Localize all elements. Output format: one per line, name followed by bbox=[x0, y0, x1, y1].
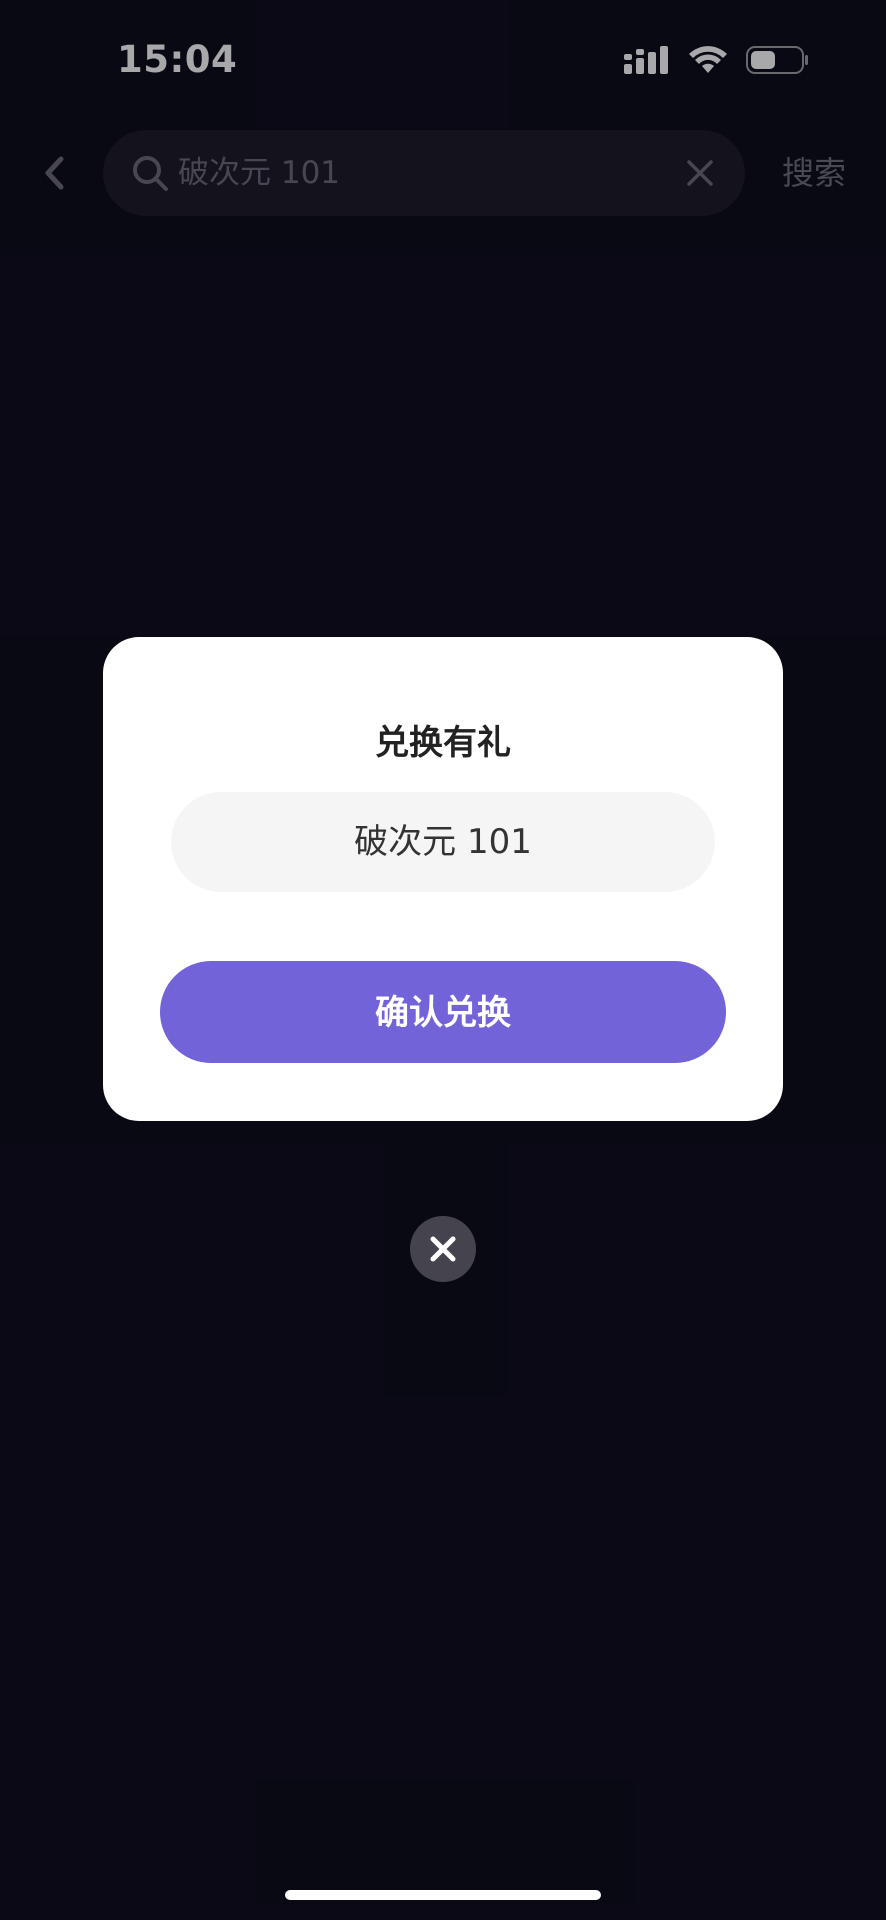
close-dialog-button[interactable] bbox=[410, 1216, 476, 1282]
redeem-dialog: 兑换有礼 破次元 101 确认兑换 bbox=[103, 637, 783, 1121]
close-icon bbox=[430, 1236, 456, 1262]
redeem-code-field[interactable]: 破次元 101 bbox=[171, 792, 715, 892]
confirm-redeem-button[interactable]: 确认兑换 bbox=[160, 961, 726, 1063]
home-indicator[interactable] bbox=[285, 1890, 601, 1900]
dialog-title: 兑换有礼 bbox=[375, 723, 511, 763]
